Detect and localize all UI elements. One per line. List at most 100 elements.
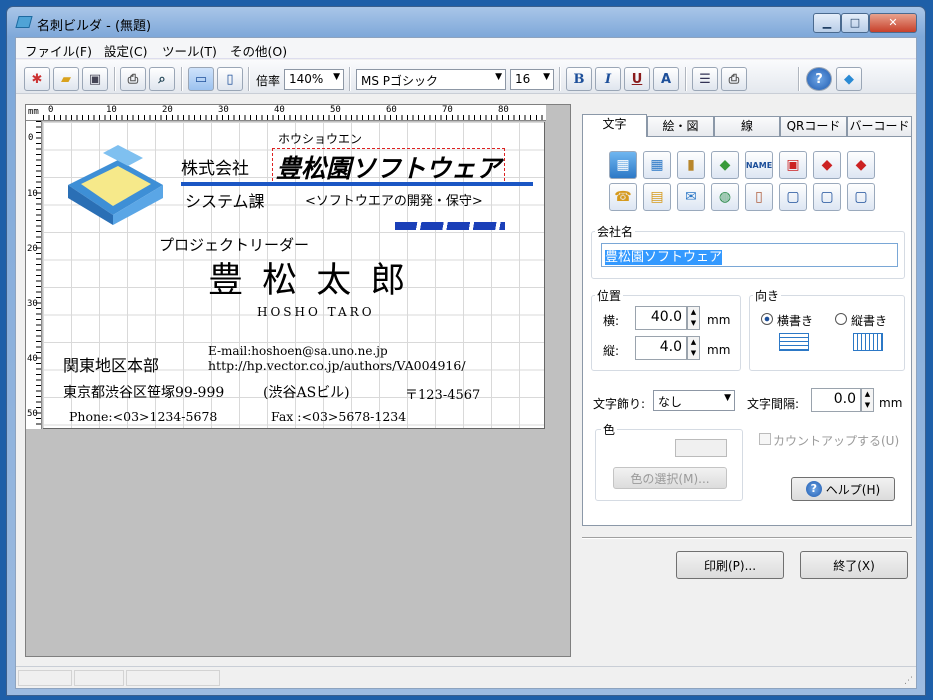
help-button[interactable]: ? ヘルプ(H) [791,477,895,501]
spacing-input[interactable]: 0.0 [811,388,861,412]
y-unit: mm [707,343,731,357]
status-pane [126,670,220,686]
column-icon[interactable]: ▯ [745,183,773,211]
print-button-bottom[interactable]: 印刷(P)... [676,551,784,579]
ruler-unit: mm [28,107,39,117]
door-icon[interactable]: ▮ [677,151,705,179]
ruler-tick-label: 0 [28,133,34,143]
phone-icon[interactable]: ☎ [609,183,637,211]
portrait-button[interactable]: ▯ [217,67,243,91]
save-button[interactable]: ▣ [82,67,108,91]
tab-barcode[interactable]: バーコード [847,116,912,136]
ruler-left: 0 10 20 30 40 50 [26,121,42,429]
horizontal-radio[interactable] [761,313,773,325]
card-name-romaji[interactable]: HOSHO TARO [257,305,375,319]
card-zip[interactable]: 〒123-4567 [405,384,480,403]
decoration-value: なし [658,395,683,409]
italic-button[interactable]: I [595,67,621,91]
landscape-button[interactable]: ▭ [188,67,214,91]
new-button[interactable]: ✱ [24,67,50,91]
y-spinner[interactable]: ▲ ▼ [687,336,700,360]
card-company-prefix[interactable]: 株式会社 [181,154,249,179]
card-company-name[interactable]: 豊松園ソフトウェア [272,148,506,186]
separator [685,67,687,91]
spacing-spinner[interactable]: ▲ ▼ [861,388,874,412]
red-box-1-icon[interactable]: ◆ [813,151,841,179]
tab-bar: 文字 絵・図 線 QRコード バーコード [582,114,912,137]
decoration-select[interactable]: なし ▼ [653,390,735,411]
vertical-label[interactable]: 縦書き [851,312,887,329]
nameplate-icon[interactable]: ◆ [711,151,739,179]
vertical-radio[interactable] [835,313,847,325]
x-spinner[interactable]: ▲ ▼ [687,306,700,330]
tab-line[interactable]: 線 [714,116,780,136]
company-building-icon[interactable]: ▦ [609,151,637,179]
font-select[interactable]: MS Pゴシック ▼ [356,69,506,90]
menu-other[interactable]: その他(O) [230,41,287,60]
tab-qrcode[interactable]: QRコード [780,116,847,136]
card-office[interactable]: 関東地区本部 [63,352,159,376]
card-furigana[interactable]: ホウショウエン [278,130,362,147]
business-card-canvas[interactable]: ホウショウエン 株式会社 豊松園ソフトウェア システム課 <ソフトウエアの開発・… [43,122,545,429]
branch-building-icon[interactable]: ▦ [643,151,671,179]
mail-icon[interactable]: ✉ [677,183,705,211]
red-box-2-icon[interactable]: ◆ [847,151,875,179]
color-select-button[interactable]: 色の選択(M)... [613,467,727,489]
page-glyph: ▢ [854,189,868,205]
page-2-icon[interactable]: ▢ [813,183,841,211]
company-input-text: 豊松園ソフトウェア [605,250,723,265]
door-glyph: ▮ [687,157,695,173]
tab-text[interactable]: 文字 [582,114,647,137]
countup-checkbox[interactable] [759,433,771,445]
zoom-select[interactable]: 140% ▼ [284,69,344,90]
bold-button[interactable]: B [566,67,592,91]
card-building[interactable]: (渋谷ASビル) [263,382,350,402]
minimize-button[interactable]: ▁ [813,13,841,33]
x-input[interactable]: 40.0 [635,306,687,330]
mailbox-icon[interactable]: ▣ [779,151,807,179]
menu-file[interactable]: ファイル(F) [25,41,92,60]
menu-tools[interactable]: ツール(T) [162,41,217,60]
fax-icon[interactable]: ▤ [643,183,671,211]
card-slogan[interactable]: <ソフトウエアの開発・保守> [305,190,483,209]
y-input[interactable]: 4.0 [635,336,687,360]
font-color-button[interactable]: A [653,67,679,91]
close-button[interactable]: ✕ [869,13,917,33]
countup-label[interactable]: カウントアップする(U) [773,432,899,449]
resize-grip-icon[interactable]: ⋰ [904,676,913,686]
fax-glyph: ▤ [650,189,664,205]
maximize-button[interactable]: □ [841,13,869,33]
window-title: 名刺ビルダ - (無題) [37,19,152,34]
open-button[interactable]: ▰ [53,67,79,91]
globe-icon[interactable]: ◍ [711,183,739,211]
page-3-icon[interactable]: ▢ [847,183,875,211]
card-address[interactable]: 東京都渋谷区笹塚99-999 [63,382,224,402]
eraser-button[interactable]: ◆ [836,67,862,91]
help-toolbar-button[interactable]: ? [806,67,832,91]
card-phone[interactable]: Phone:<03>1234-5678 [69,409,217,424]
size-select[interactable]: 16 ▼ [510,69,554,90]
card-fax[interactable]: Fax :<03>5678-1234 [271,409,406,424]
tab-picture[interactable]: 絵・図 [647,116,714,136]
separator [114,67,116,91]
checklist-icon: ☰ [699,71,711,87]
divider [582,537,912,539]
preview-button[interactable]: ⌕ [149,67,175,91]
print2-button[interactable]: ⎙ [721,67,747,91]
app-window: 名刺ビルダ - (無題) ▁ □ ✕ ファイル(F) 設定(C) ツール(T) … [6,6,926,696]
title-bar[interactable]: 名刺ビルダ - (無題) ▁ □ ✕ [7,7,925,37]
horizontal-label[interactable]: 横書き [777,312,813,329]
page-1-icon[interactable]: ▢ [779,183,807,211]
underline-button[interactable]: U [624,67,650,91]
printer-icon: ⎙ [127,71,139,87]
company-input[interactable]: 豊松園ソフトウェア [601,243,898,267]
card-email[interactable]: E-mail:hoshoen@sa.uno.ne.jp [208,344,388,358]
card-department[interactable]: システム課 [185,188,265,212]
exit-button[interactable]: 終了(X) [800,551,908,579]
menu-settings[interactable]: 設定(C) [104,41,147,60]
card-url[interactable]: http://hp.vector.co.jp/authors/VA004916/ [208,358,466,373]
list-button[interactable]: ☰ [692,67,718,91]
print-button[interactable]: ⎙ [120,67,146,91]
card-person-name[interactable]: 豊 松 太 郎 [208,252,409,303]
name-tag-icon[interactable]: NAME [745,151,773,179]
